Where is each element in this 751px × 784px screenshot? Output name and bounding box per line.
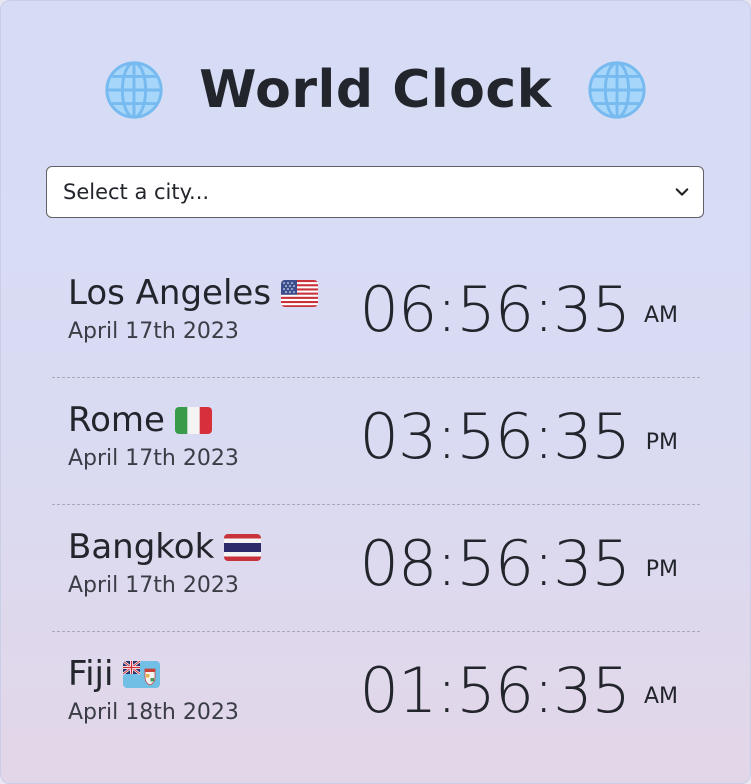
city-line: Los Angeles (68, 273, 319, 313)
city-date: April 17th 2023 (68, 446, 239, 471)
clock-row-fiji: Fiji April 18th 2023 01:56:35 AM (52, 632, 700, 758)
am-pm-indicator: AM (643, 303, 678, 328)
globe-icon (105, 61, 163, 119)
header: World Clock (1, 53, 750, 127)
us-flag-icon (281, 279, 319, 307)
am-pm-indicator: PM (645, 557, 678, 582)
chevron-down-icon (675, 188, 689, 196)
am-pm-indicator: PM (645, 430, 678, 455)
page-title: World Clock (199, 60, 552, 120)
clock-list: Los Angeles April 17th 2023 06:56:35 AM … (52, 251, 700, 758)
city-date: April 17th 2023 (68, 319, 239, 344)
city-time: 03:56:35 (359, 400, 631, 473)
city-time: 01:56:35 (359, 654, 631, 727)
globe-icon (588, 61, 646, 119)
city-date: April 18th 2023 (68, 700, 239, 725)
city-name: Fiji (68, 654, 114, 694)
city-line: Rome (68, 400, 212, 440)
city-name: Los Angeles (68, 273, 272, 313)
city-name: Bangkok (68, 527, 215, 567)
world-clock-card: World Clock Select a city... Los Angeles (0, 0, 751, 784)
thailand-flag-icon (224, 533, 262, 561)
clock-row-los-angeles: Los Angeles April 17th 2023 06:56:35 AM (52, 251, 700, 378)
city-select-value: Select a city... (63, 180, 210, 204)
city-time: 06:56:35 (359, 273, 631, 346)
city-time: 08:56:35 (359, 527, 631, 600)
city-line: Fiji (68, 654, 161, 694)
italy-flag-icon (174, 406, 212, 434)
am-pm-indicator: AM (643, 684, 678, 709)
city-date: April 17th 2023 (68, 573, 239, 598)
city-line: Bangkok (68, 527, 262, 567)
clock-row-rome: Rome April 17th 2023 03:56:35 PM (52, 378, 700, 505)
city-select[interactable]: Select a city... (46, 166, 704, 218)
fiji-flag-icon (123, 660, 161, 688)
clock-row-bangkok: Bangkok April 17th 2023 08:56:35 PM (52, 505, 700, 632)
city-name: Rome (68, 400, 165, 440)
